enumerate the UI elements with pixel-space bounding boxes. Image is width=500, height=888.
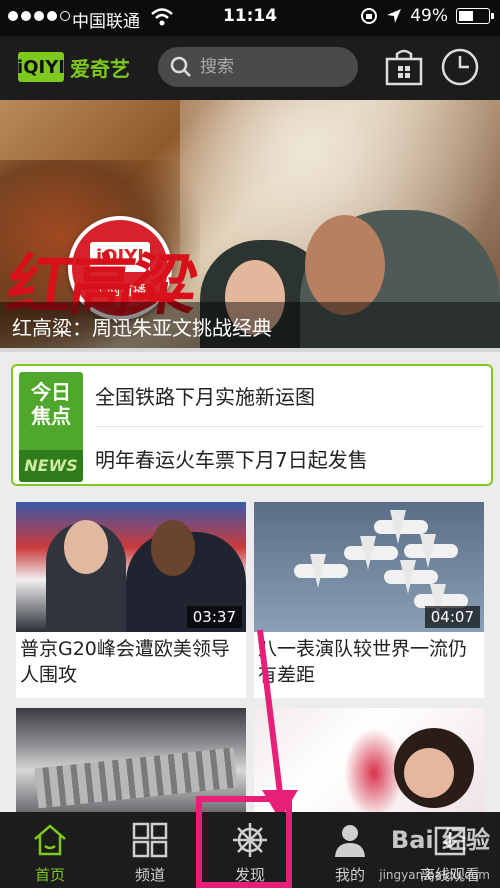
banner-caption[interactable]: 红高粱：周迅朱亚文挑战经典 <box>0 302 500 350</box>
search-bar[interactable] <box>158 47 358 87</box>
video-duration: 03:37 <box>186 606 242 628</box>
bag-icon[interactable] <box>384 47 424 87</box>
today-focus-badge: 今日 焦点 NEWS <box>19 372 83 482</box>
tab-label: 频道 <box>134 866 165 884</box>
hot-topic-item[interactable]: 明年春运火车票下月7日起发售 <box>95 444 487 473</box>
search-input[interactable] <box>200 57 340 77</box>
watermark-url: jingyan.baidu.com <box>379 868 490 882</box>
battery-icon <box>456 8 494 24</box>
divider <box>95 426 485 427</box>
battery-percent: 49% <box>410 6 448 26</box>
video-card[interactable]: 04:07 八一表演队较世界一流仍有差距 <box>254 502 484 698</box>
app-header: iQIYI 爱奇艺 <box>0 36 500 100</box>
battery-level <box>459 11 473 21</box>
status-bar: 中国联通 11:14 49% <box>0 0 500 36</box>
app-logo[interactable]: iQIYI 爱奇艺 <box>17 52 130 82</box>
annotation-highlight-box <box>196 796 292 888</box>
video-title: 普京G20峰会遭欧美领导人围攻 <box>20 638 230 686</box>
banner-divider <box>0 348 500 352</box>
video-card[interactable]: 03:37 普京G20峰会遭欧美领导人围攻 <box>16 502 246 698</box>
video-duration: 04:07 <box>424 606 480 628</box>
watermark-brand: Bai 经验 <box>390 826 490 854</box>
clock-icon[interactable] <box>440 47 480 87</box>
logo-text: 爱奇艺 <box>70 56 130 81</box>
rotation-lock-icon <box>361 8 378 24</box>
search-icon <box>170 56 191 77</box>
grid-icon <box>132 822 168 858</box>
tab-home[interactable]: 首页 <box>0 812 100 888</box>
location-icon <box>387 9 402 23</box>
tab-channels[interactable]: 频道 <box>100 812 200 888</box>
hot-topic-item[interactable]: 全国铁路下月实施新运图 <box>95 381 487 410</box>
video-title: 八一表演队较世界一流仍有差距 <box>258 638 468 686</box>
user-icon <box>335 825 365 857</box>
home-icon <box>34 824 66 856</box>
hot-topics-card: 今日 焦点 NEWS 全国铁路下月实施新运图 明年春运火车票下月7日起发售 <box>11 364 493 486</box>
logo-mark: iQIYI <box>17 52 65 82</box>
tab-label: 首页 <box>34 866 65 884</box>
